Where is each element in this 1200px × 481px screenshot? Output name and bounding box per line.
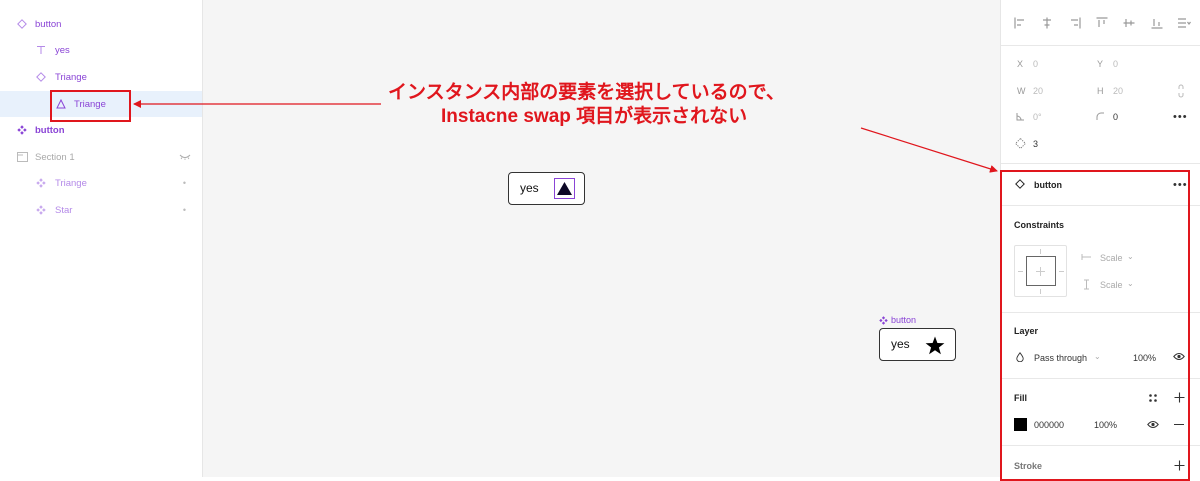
w-input[interactable]: 20 (1033, 86, 1043, 96)
align-left-icon[interactable] (1013, 16, 1027, 30)
align-center-h-icon[interactable] (1040, 16, 1054, 30)
corner-radius-input[interactable]: 0 (1113, 112, 1118, 122)
y-input[interactable]: 0 (1113, 59, 1118, 69)
instance-name-text: button (891, 315, 917, 325)
layer-row-triange-instance[interactable]: Triange (0, 64, 202, 90)
triangle-icon[interactable] (554, 178, 575, 199)
hidden-eye-icon[interactable] (179, 151, 191, 163)
y-label: Y (1097, 59, 1104, 69)
button-instance-star[interactable]: yes (879, 328, 956, 361)
component-outline-icon (35, 71, 47, 83)
hidden-dot-icon: • (182, 205, 186, 215)
star-icon[interactable] (924, 334, 946, 356)
constrain-proportions-icon[interactable] (1177, 84, 1185, 101)
component-set-icon (35, 177, 47, 189)
align-center-v-icon[interactable] (1122, 16, 1136, 30)
divider (1001, 163, 1200, 164)
layer-row-section-1[interactable]: Section 1 (0, 144, 202, 170)
layer-label: button (35, 18, 62, 30)
annotation-highlight-layer (50, 90, 131, 122)
canvas[interactable]: yes button yes (203, 0, 1000, 477)
button-instance-triangle[interactable]: yes (508, 172, 585, 205)
layer-label: Triange (55, 177, 87, 189)
component-set-icon (35, 204, 47, 216)
count-value: 3 (1033, 139, 1039, 149)
layer-row-button-component[interactable]: button (0, 11, 202, 37)
corner-radius-icon (1096, 112, 1105, 124)
text-icon (35, 44, 47, 56)
layer-label: Star (55, 204, 73, 216)
layer-row-star-set[interactable]: Star • (0, 197, 202, 223)
annotation-highlight-panel (1000, 170, 1190, 481)
component-set-icon (879, 315, 888, 325)
align-bottom-icon[interactable] (1150, 16, 1164, 30)
w-label: W (1017, 86, 1026, 96)
layer-label: Triange (55, 71, 87, 83)
rotation-icon (1016, 112, 1025, 124)
layer-label: Section 1 (35, 151, 75, 163)
alignment-toolbar (1013, 10, 1191, 36)
instance-name-label[interactable]: button (879, 315, 916, 325)
layers-panel: button yes Triange Triange button Sectio… (0, 0, 203, 477)
rotation-input[interactable]: 0° (1033, 112, 1042, 122)
annotation-text-line-2: Instacne swap 項目が表示されない (441, 106, 748, 127)
component-outline-icon (16, 18, 28, 30)
instance-text: yes (520, 181, 539, 195)
instance-text: yes (891, 337, 910, 351)
component-set-icon (16, 124, 28, 136)
x-label: X (1017, 59, 1024, 69)
divider (1001, 45, 1200, 46)
h-input[interactable]: 20 (1113, 86, 1123, 96)
layer-row-yes[interactable]: yes (0, 37, 202, 63)
layer-row-triange-set[interactable]: Triange • (0, 170, 202, 196)
layer-label: button (35, 124, 65, 136)
x-input[interactable]: 0 (1033, 59, 1038, 69)
annotation-text-line-1: インスタンス内部の要素を選択しているので、 (388, 82, 785, 103)
section-icon (16, 151, 28, 163)
distribute-icon[interactable] (1177, 16, 1191, 30)
more-options-icon[interactable]: ••• (1173, 111, 1188, 123)
h-label: H (1097, 86, 1104, 96)
align-top-icon[interactable] (1095, 16, 1109, 30)
hidden-dot-icon: • (182, 178, 186, 188)
component-set-icon (1014, 137, 1027, 152)
layer-label: yes (55, 44, 70, 56)
align-right-icon[interactable] (1068, 16, 1082, 30)
